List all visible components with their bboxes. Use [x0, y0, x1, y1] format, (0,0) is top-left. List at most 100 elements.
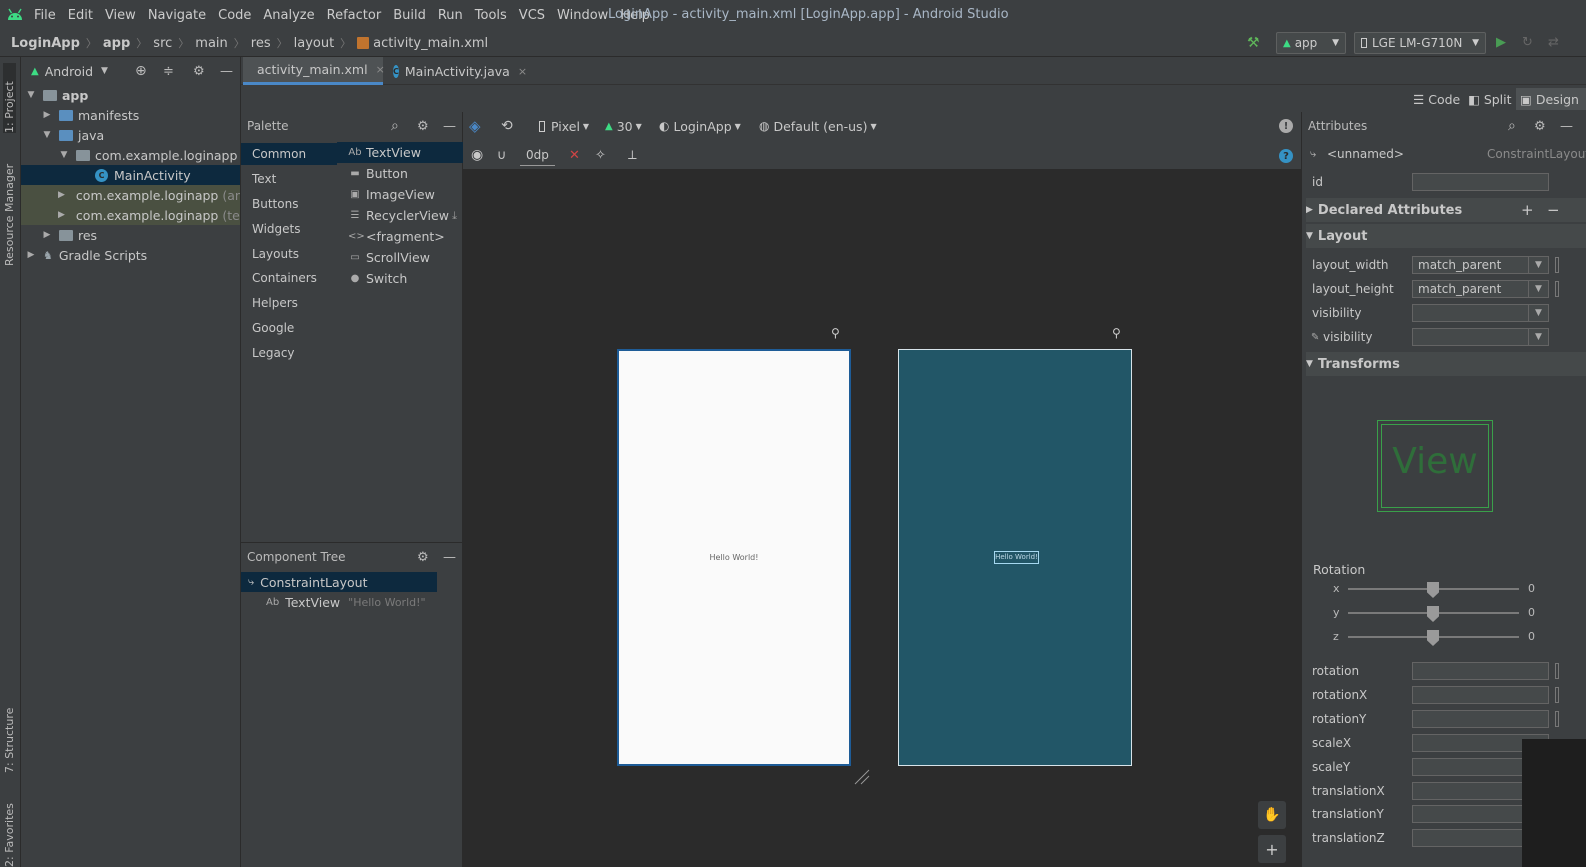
collapse-arrow-icon[interactable]: ▶	[58, 210, 65, 220]
code-mode-button[interactable]: ☰ Code	[1413, 88, 1460, 110]
expand-arrow-icon[interactable]: ▼	[25, 90, 37, 100]
tree-item-manifests[interactable]: ▶ manifests	[21, 105, 240, 125]
gear-icon[interactable]: ⚙	[417, 119, 429, 134]
search-icon[interactable]: ⌕	[391, 118, 399, 134]
menu-view[interactable]: View	[99, 8, 142, 23]
tab-mainactivity-java[interactable]: C MainActivity.java ×	[385, 57, 527, 85]
gear-icon[interactable]: ⚙	[193, 64, 205, 79]
pan-hand-icon[interactable]: ✋	[1258, 801, 1286, 829]
device-preview-select[interactable]: Pixel ▼	[539, 115, 589, 137]
close-icon[interactable]: ×	[376, 63, 385, 76]
attr-resource-button[interactable]	[1555, 663, 1559, 679]
palette-category-helpers[interactable]: Helpers	[241, 292, 337, 314]
api-level-select[interactable]: ▲ 30 ▼	[605, 115, 642, 137]
tab-activity-main-xml[interactable]: activity_main.xml ×	[243, 57, 385, 85]
id-field[interactable]	[1412, 173, 1549, 191]
palette-category-legacy[interactable]: Legacy	[241, 342, 337, 364]
menu-analyze[interactable]: Analyze	[257, 8, 320, 23]
layout-width-select[interactable]: match_parent ▼	[1412, 256, 1549, 274]
menu-navigate[interactable]: Navigate	[142, 8, 212, 23]
menu-edit[interactable]: Edit	[62, 8, 99, 23]
locale-select[interactable]: ◍ Default (en-us) ▼	[759, 115, 877, 137]
structure-tool-tab[interactable]: 7: Structure	[3, 693, 16, 773]
minimize-icon[interactable]: —	[220, 64, 233, 79]
palette-item-textview[interactable]: Ab TextView	[337, 142, 463, 163]
run-icon[interactable]: ▶	[1496, 35, 1506, 50]
minimize-icon[interactable]: —	[443, 550, 456, 565]
palette-category-containers[interactable]: Containers	[241, 267, 337, 289]
breadcrumb-item[interactable]: src	[153, 36, 172, 51]
tree-item-java[interactable]: ▼ java	[21, 125, 240, 145]
resource-manager-tab[interactable]: Resource Manager	[3, 151, 16, 266]
palette-item-scrollview[interactable]: ▭ ScrollView	[337, 247, 463, 268]
transforms-section[interactable]: ▼ Transforms	[1306, 352, 1586, 376]
attr-resource-button[interactable]	[1555, 687, 1559, 703]
device-select[interactable]: LGE LM-G710N ▼	[1354, 32, 1486, 54]
tree-item-mainactivity[interactable]: C MainActivity	[21, 165, 240, 185]
layout-height-select[interactable]: match_parent ▼	[1412, 280, 1549, 298]
rotation-field[interactable]	[1412, 662, 1549, 680]
design-surface[interactable]	[463, 170, 1301, 867]
rotation-z-slider-knob[interactable]	[1427, 630, 1439, 646]
expand-arrow-icon[interactable]: ▼	[41, 130, 53, 140]
project-tool-tab[interactable]: 1: Project	[3, 63, 16, 133]
infer-constraints-icon[interactable]: ✧	[595, 144, 606, 166]
minimize-icon[interactable]: —	[443, 119, 456, 134]
favorites-tool-tab[interactable]: 2: Favorites	[3, 787, 16, 867]
tree-item-gradle-scripts[interactable]: ▶ ♞ Gradle Scripts	[21, 245, 240, 265]
zoom-in-icon[interactable]: +	[1258, 835, 1286, 863]
menu-build[interactable]: Build	[387, 8, 432, 23]
remove-icon[interactable]: −	[1547, 201, 1560, 219]
palette-category-layouts[interactable]: Layouts	[241, 243, 337, 265]
blueprint-pin-icon[interactable]: ⚲	[1112, 326, 1121, 340]
menu-window[interactable]: Window	[551, 8, 614, 23]
eye-icon[interactable]: ◉	[471, 144, 483, 166]
help-icon[interactable]: ?	[1279, 149, 1293, 163]
layers-icon[interactable]: ◈	[469, 115, 481, 137]
apply-changes-icon[interactable]: ⇄	[1548, 35, 1559, 50]
expand-arrow-icon[interactable]: ▼	[58, 150, 70, 160]
attr-resource-button[interactable]	[1555, 281, 1559, 297]
search-icon[interactable]: ⌕	[1508, 118, 1516, 134]
locate-target-icon[interactable]: ⊕	[135, 63, 147, 79]
tree-item-constraintlayout[interactable]: ⤷ ConstraintLayout	[241, 572, 437, 592]
close-icon[interactable]: ×	[518, 65, 527, 78]
tree-item-package-android-test[interactable]: ▶ com.example.loginapp (and	[21, 185, 240, 205]
theme-select[interactable]: ◐ LoginApp ▼	[659, 115, 741, 137]
rotation-x-slider-knob[interactable]	[1427, 582, 1439, 598]
palette-category-text[interactable]: Text	[241, 168, 337, 190]
add-icon[interactable]: +	[1521, 201, 1534, 219]
layout-section[interactable]: ▼ Layout	[1306, 224, 1586, 248]
palette-item-button[interactable]: ▬ Button	[337, 163, 463, 184]
collapse-arrow-icon[interactable]: ▶	[58, 190, 65, 200]
rotation-x-field[interactable]	[1412, 686, 1549, 704]
rotation-y-field[interactable]	[1412, 710, 1549, 728]
build-hammer-icon[interactable]: ⚒	[1247, 35, 1260, 51]
breadcrumb-item[interactable]: app	[103, 36, 130, 51]
warning-icon[interactable]: !	[1279, 119, 1293, 133]
palette-item-fragment[interactable]: <> <fragment>	[337, 226, 463, 247]
collapse-arrow-icon[interactable]: ▶	[41, 230, 53, 240]
palette-item-imageview[interactable]: ▣ ImageView	[337, 184, 463, 205]
declared-attributes-section[interactable]: ▶ Declared Attributes + −	[1306, 198, 1586, 222]
guidelines-icon[interactable]: ⟂	[628, 144, 637, 166]
tree-item-textview[interactable]: Ab TextView "Hello World!"	[241, 592, 437, 612]
magnet-icon[interactable]: ∪	[497, 144, 507, 166]
menu-code[interactable]: Code	[212, 8, 257, 23]
attr-resource-button[interactable]	[1555, 711, 1559, 727]
blueprint-textview[interactable]: Hello World!	[994, 551, 1039, 564]
split-mode-button[interactable]: ◧ Split	[1468, 88, 1512, 110]
attr-resource-button[interactable]	[1555, 257, 1559, 273]
gear-icon[interactable]: ⚙	[417, 550, 429, 565]
breadcrumb-item[interactable]: res	[251, 36, 271, 51]
preview-textview[interactable]: Hello World!	[619, 553, 849, 562]
palette-category-widgets[interactable]: Widgets	[241, 218, 337, 240]
run-configuration-select[interactable]: ▲ app ▼	[1276, 32, 1346, 54]
chevron-down-icon[interactable]: ▼	[101, 66, 108, 76]
palette-category-buttons[interactable]: Buttons	[241, 193, 337, 215]
design-mode-button[interactable]: ▣ Design	[1516, 88, 1586, 110]
palette-category-google[interactable]: Google	[241, 317, 337, 339]
palette-item-switch[interactable]: ● Switch	[337, 268, 463, 289]
palette-category-common[interactable]: Common	[241, 143, 337, 165]
breadcrumb-item[interactable]: activity_main.xml	[373, 36, 488, 51]
